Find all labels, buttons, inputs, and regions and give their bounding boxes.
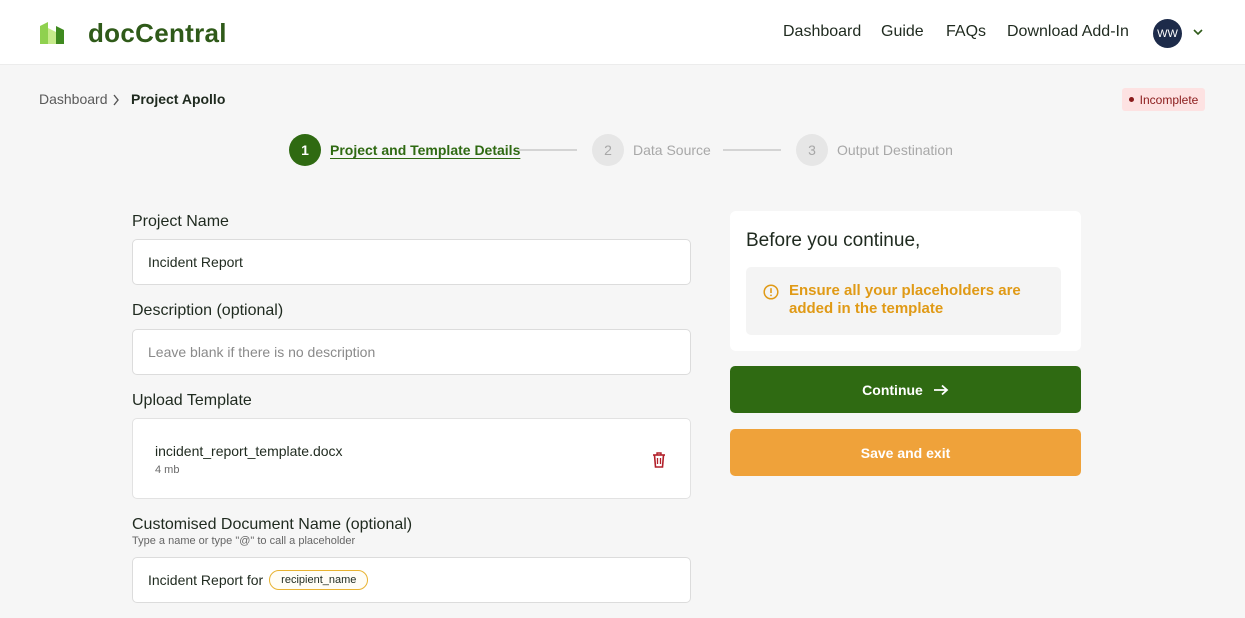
- nav-download-addin-link[interactable]: Download Add-In: [1007, 23, 1129, 41]
- chevron-right-icon: [113, 94, 119, 106]
- brand-name[interactable]: docCentral: [88, 18, 227, 49]
- status-dot-icon: [1128, 97, 1134, 102]
- description-label: Description (optional): [132, 302, 284, 319]
- nav-dashboard-link[interactable]: Dashboard: [783, 23, 861, 41]
- step-3-indicator: 3: [796, 134, 828, 166]
- step-1-label[interactable]: Project and Template Details: [330, 142, 520, 158]
- before-continue-title: Before you continue,: [746, 230, 921, 251]
- uploaded-file-name: incident_report_template.docx: [155, 443, 343, 459]
- placeholder-warning-text: Ensure all your placeholders are added i…: [789, 282, 1021, 317]
- doccentral-logo-icon: [40, 22, 64, 44]
- document-name-text: Incident Report for: [148, 572, 264, 588]
- continue-button[interactable]: Continue: [730, 366, 1081, 413]
- description-input[interactable]: [132, 329, 691, 375]
- status-label: Incomplete: [1139, 92, 1199, 107]
- step-3-label: Output Destination: [837, 142, 953, 158]
- step-2-indicator: 2: [592, 134, 624, 166]
- upload-template-label: Upload Template: [132, 392, 252, 409]
- breadcrumb-current-project: Project Apollo: [131, 91, 226, 107]
- user-avatar[interactable]: WW: [1153, 19, 1182, 48]
- uploaded-file-size: 4 mb: [155, 464, 180, 476]
- placeholder-warning-note: Ensure all your placeholders are added i…: [746, 267, 1061, 335]
- breadcrumb-dashboard-link[interactable]: Dashboard: [39, 91, 108, 107]
- nav-faqs-link[interactable]: FAQs: [946, 23, 986, 41]
- continue-button-label: Continue: [862, 381, 923, 398]
- step-connector: [518, 149, 577, 151]
- before-continue-card: Before you continue, Ensure all your pla…: [730, 211, 1081, 351]
- custom-document-name-hint: Type a name or type "@" to call a placeh…: [132, 535, 356, 547]
- nav-guide-link[interactable]: Guide: [881, 23, 924, 41]
- step-2-label: Data Source: [633, 142, 711, 158]
- project-name-label: Project Name: [132, 213, 229, 230]
- project-name-input[interactable]: [132, 239, 691, 285]
- chevron-down-icon[interactable]: [1192, 27, 1204, 37]
- custom-document-name-label: Customised Document Name (optional): [132, 516, 413, 533]
- custom-document-name-input[interactable]: Incident Report for recipient_name: [132, 557, 691, 603]
- placeholder-chip[interactable]: recipient_name: [269, 570, 369, 590]
- status-badge: Incomplete: [1122, 88, 1205, 111]
- top-navigation-bar: docCentral Dashboard Guide FAQs Download…: [0, 0, 1245, 65]
- trash-icon[interactable]: [651, 451, 667, 469]
- save-and-exit-button[interactable]: Save and exit: [730, 429, 1081, 476]
- uploaded-file-card: incident_report_template.docx 4 mb: [132, 418, 691, 499]
- info-circle-icon: [763, 284, 779, 300]
- step-connector: [723, 149, 781, 151]
- step-1-indicator: 1: [289, 134, 321, 166]
- arrow-right-icon: [933, 384, 949, 395]
